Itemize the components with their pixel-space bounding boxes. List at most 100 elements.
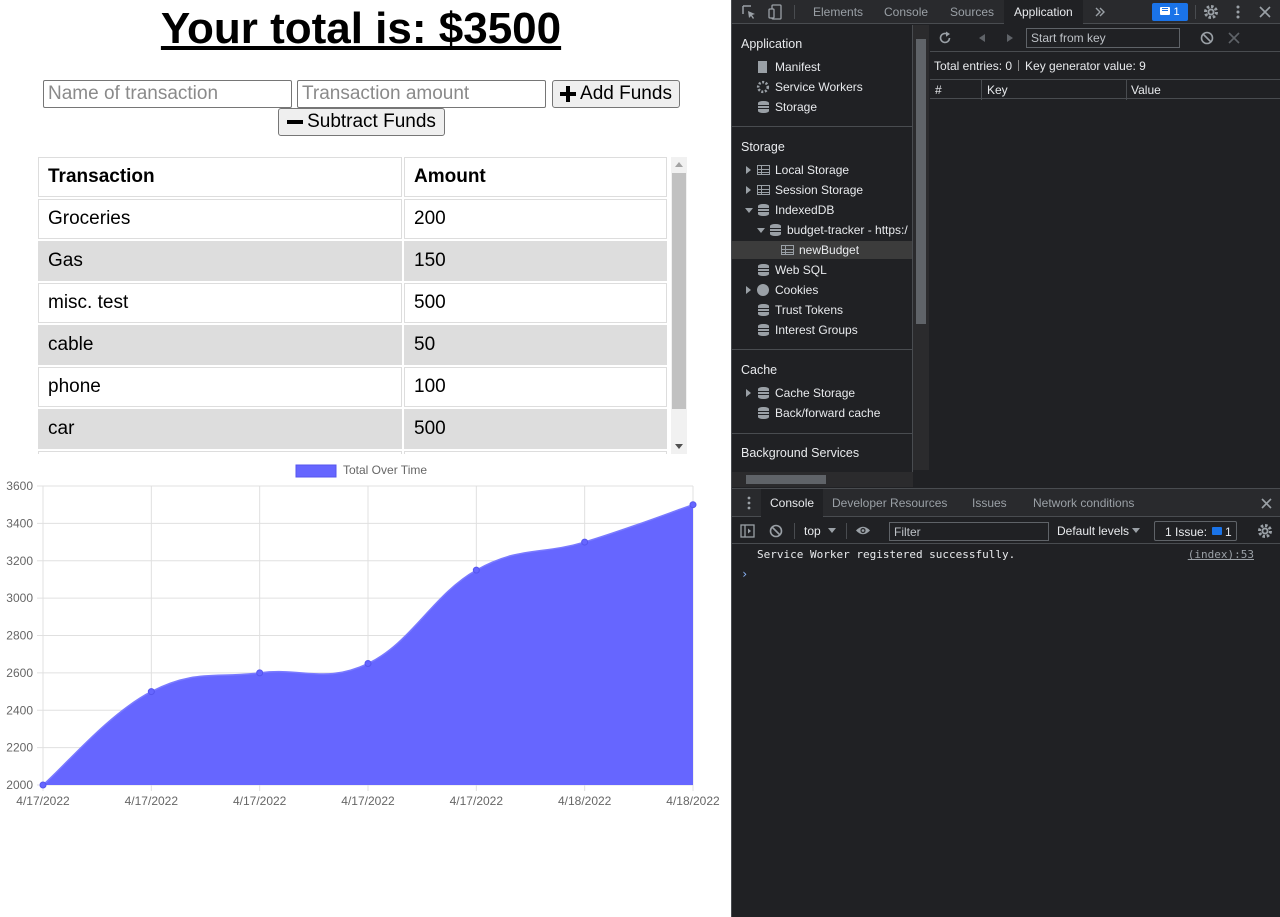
manifest-file-icon [758, 61, 767, 73]
sidebar-item-web-sql[interactable]: Web SQL [775, 261, 827, 279]
close-devtools-icon[interactable] [1259, 6, 1271, 18]
table-row: phone 100 [38, 367, 667, 407]
tab-sources[interactable]: Sources [940, 0, 1004, 24]
tab-elements[interactable]: Elements [803, 0, 873, 24]
data-point [581, 538, 589, 546]
column-header-index[interactable]: # [935, 83, 942, 97]
data-point [147, 688, 155, 696]
sidebar-scrollbar-thumb[interactable] [916, 39, 926, 324]
kebab-menu-icon[interactable] [1235, 4, 1241, 20]
tab-console[interactable]: Console [874, 0, 938, 24]
x-tick-label: 4/17/2022 [16, 794, 70, 808]
transaction-amount-input[interactable] [297, 80, 546, 108]
sidebar-item-newbudget[interactable]: newBudget [799, 241, 859, 259]
start-from-key-input[interactable] [1026, 28, 1180, 48]
collapse-arrow-icon[interactable] [745, 208, 753, 213]
data-view-toolbar [930, 25, 1280, 52]
expand-arrow-icon[interactable] [746, 286, 751, 294]
console-filter-input[interactable] [889, 522, 1049, 541]
sidebar-item-manifest[interactable]: Manifest [775, 58, 820, 76]
transaction-name-cell: phone [38, 367, 402, 407]
transaction-name-input[interactable] [43, 80, 292, 108]
x-tick-label: 4/17/2022 [450, 794, 504, 808]
scroll-up-arrow-icon[interactable] [675, 162, 683, 167]
scroll-down-arrow-icon[interactable] [675, 444, 683, 449]
refresh-icon[interactable] [938, 31, 952, 45]
legend-swatch [295, 464, 337, 478]
log-levels-select[interactable]: Default levels [1057, 524, 1129, 538]
data-point [364, 660, 372, 668]
drawer-tab-issues[interactable]: Issues [963, 489, 1016, 517]
y-tick-label: 3400 [6, 516, 33, 530]
previous-page-icon[interactable] [977, 33, 987, 43]
drawer-menu-icon[interactable] [747, 496, 751, 510]
column-header-value[interactable]: Value [1131, 83, 1161, 97]
clear-object-store-icon[interactable] [1200, 31, 1214, 45]
console-log-source-link[interactable]: (index):53 [1188, 548, 1254, 561]
data-grid-header: # Key Value [930, 79, 1280, 100]
clear-console-icon[interactable] [769, 524, 783, 538]
sidebar-item-local-storage[interactable]: Local Storage [775, 161, 849, 179]
expand-arrow-icon[interactable] [746, 186, 751, 194]
console-issues-button[interactable]: 1 Issue: 1 [1154, 521, 1237, 541]
sidebar-item-interest-groups[interactable]: Interest Groups [775, 321, 858, 339]
tab-application[interactable]: Application [1004, 0, 1083, 24]
console-prompt[interactable]: › [741, 567, 748, 581]
y-tick-label: 2600 [6, 666, 33, 680]
close-drawer-icon[interactable] [1261, 498, 1272, 509]
more-tabs-icon[interactable] [1094, 6, 1106, 18]
sidebar-hscroll-thumb[interactable] [746, 475, 826, 484]
expand-arrow-icon[interactable] [746, 389, 751, 397]
execution-context-select[interactable]: top [804, 524, 821, 538]
sidebar-item-cookies[interactable]: Cookies [775, 281, 818, 299]
inspect-element-icon[interactable] [742, 5, 756, 19]
web-sql-database-icon [758, 264, 769, 276]
sidebar-item-trust-tokens[interactable]: Trust Tokens [775, 301, 843, 319]
settings-gear-icon[interactable] [1203, 4, 1219, 20]
drawer-tab-console[interactable]: Console [761, 489, 824, 517]
sidebar-item-back-forward-cache[interactable]: Back/forward cache [775, 404, 880, 422]
console-sidebar-icon[interactable] [740, 524, 755, 538]
transactions-table-container[interactable]: Transaction Amount Groceries 200 Gas 150… [36, 155, 687, 454]
indexeddb-data-view: Total entries: 0 Key generator value: 9 #… [930, 25, 1280, 487]
transaction-amount-cell: 150 [404, 241, 667, 281]
collapse-arrow-icon[interactable] [757, 228, 765, 233]
entries-summary: Total entries: 0 Key generator value: 9 [934, 59, 1146, 73]
scrollbar-thumb[interactable] [672, 173, 686, 409]
sidebar-item-cache-storage[interactable]: Cache Storage [775, 384, 855, 402]
chevron-down-icon[interactable] [828, 528, 836, 534]
drawer-tab-network-conditions[interactable]: Network conditions [1024, 489, 1143, 517]
delete-selected-icon[interactable] [1228, 32, 1240, 44]
budget-tracker-database-icon [770, 224, 781, 236]
chevron-down-icon[interactable] [1132, 528, 1140, 534]
x-tick-label: 4/17/2022 [233, 794, 287, 808]
sidebar-item-indexeddb[interactable]: IndexedDB [775, 201, 834, 219]
next-page-icon[interactable] [1005, 33, 1015, 43]
sidebar-horizontal-scrollbar[interactable] [732, 472, 913, 487]
sidebar-item-budget-tracker-db[interactable]: budget-tracker - https:/ [787, 221, 908, 239]
data-point [256, 669, 264, 677]
console-settings-gear-icon[interactable] [1257, 523, 1273, 539]
interest-groups-database-icon [758, 324, 769, 336]
drawer-tab-developer-resources[interactable]: Developer Resources [823, 489, 956, 517]
subtract-funds-button[interactable]: Subtract Funds [278, 108, 445, 136]
x-tick-label: 4/17/2022 [341, 794, 395, 808]
transaction-name-cell: Gas [38, 241, 402, 281]
sidebar-item-session-storage[interactable]: Session Storage [775, 181, 863, 199]
table-header-row: Transaction Amount [38, 157, 667, 197]
sidebar-item-storage[interactable]: Storage [775, 98, 817, 116]
y-tick-label: 2800 [6, 629, 33, 643]
transaction-name-cell: misc. test [38, 283, 402, 323]
table-row: Groceries 200 [38, 199, 667, 239]
column-header-key[interactable]: Key [987, 83, 1008, 97]
bfcache-database-icon [758, 407, 769, 419]
live-expression-eye-icon[interactable] [855, 525, 871, 536]
device-toolbar-icon[interactable] [768, 4, 782, 20]
add-funds-button[interactable]: Add Funds [552, 80, 680, 108]
sidebar-item-service-workers[interactable]: Service Workers [775, 78, 863, 96]
table-scrollbar[interactable] [671, 157, 687, 454]
sidebar-scrollbar[interactable] [913, 25, 929, 470]
expand-arrow-icon[interactable] [746, 166, 751, 174]
column-header-transaction: Transaction [38, 157, 402, 197]
issues-badge[interactable]: 1 [1152, 3, 1188, 21]
